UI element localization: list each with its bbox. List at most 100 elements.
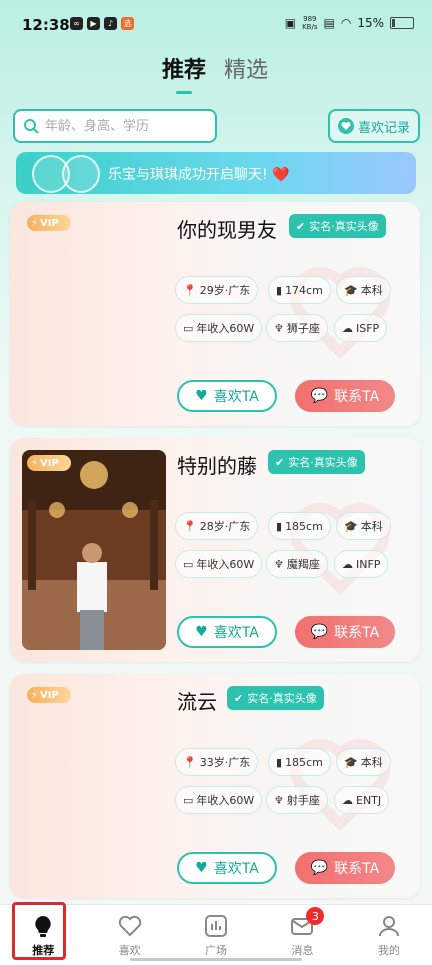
education-chip: 🎓 本科	[336, 276, 391, 304]
status-bar: 12:38 ∞ ▶ ♪ 选 ▣ 989 KB/s ▤ ◠ 15%	[0, 0, 432, 50]
profile-card[interactable]: ⚡ VIP 特别的藤 ✔ 实名·真实头像 📍 28岁·广东 ▮ 185cm 🎓 本科 ▭ 年…	[10, 438, 420, 662]
education-chip: 🎓 本科	[336, 512, 391, 540]
avatar	[62, 155, 100, 193]
money-icon: ▭	[183, 793, 194, 807]
profile-name: 流云	[177, 690, 217, 714]
like-button[interactable]: ♥ 喜欢TA	[177, 380, 277, 412]
income-chip: ▭ 年收入60W	[175, 550, 263, 578]
bulb-icon	[35, 916, 51, 937]
tiktok-notification-icon: ♪	[104, 17, 117, 30]
ruler-icon: ▮	[276, 755, 283, 769]
heart-icon: ♥	[195, 624, 208, 640]
shop-notification-icon: 选	[121, 17, 134, 30]
banner-text: 乐宝与琪琪成功开启聊天! ❤️	[108, 167, 290, 183]
likes-record-button[interactable]: 喜欢记录	[328, 109, 420, 143]
height-chip: ▮ 185cm	[268, 748, 331, 776]
like-button[interactable]: ♥ 喜欢TA	[177, 852, 277, 884]
heart-icon: ♥	[195, 860, 208, 876]
cloud-icon: ☁	[342, 557, 353, 571]
cap-icon: 🎓	[344, 283, 358, 297]
vip-badge: ⚡ VIP	[27, 455, 71, 471]
location-icon: 📍	[183, 519, 197, 533]
zodiac-icon: ♆	[274, 557, 284, 571]
tab-featured[interactable]: 精选	[224, 52, 268, 84]
wifi-icon: ◠	[340, 16, 352, 30]
income-chip: ▭ 年收入60W	[175, 314, 263, 342]
ruler-icon: ▮	[276, 283, 283, 297]
contact-button[interactable]: 💬 联系TA	[295, 852, 395, 884]
chart-icon	[205, 915, 228, 937]
profile-name: 特别的藤	[177, 454, 257, 478]
shield-check-icon: ✔	[296, 219, 306, 233]
person-icon	[378, 916, 399, 937]
mbti-chip: ☁ ENTJ	[334, 786, 390, 814]
bolt-icon: ⚡	[31, 217, 39, 229]
vibrate-icon: ▣	[284, 16, 297, 30]
net-speed: 989 KB/s	[302, 15, 318, 31]
height-chip: ▮ 185cm	[268, 512, 331, 540]
tab-recommend[interactable]: 推荐	[162, 52, 206, 94]
message-badge: 3	[306, 907, 325, 925]
shield-check-icon: ✔	[234, 691, 244, 705]
status-time: 12:38	[22, 16, 70, 34]
zodiac-icon: ♆	[274, 321, 284, 335]
battery-text: 15%	[357, 16, 384, 30]
home-indicator[interactable]	[130, 958, 302, 961]
age-region-chip: 📍 29岁·广东	[175, 276, 259, 304]
heart-icon	[337, 118, 354, 134]
bolt-icon: ⚡	[31, 689, 39, 701]
bottom-nav: 推荐 喜欢 广场 3 消息 我的	[0, 902, 432, 965]
shield-check-icon: ✔	[275, 455, 285, 469]
battery-icon	[390, 17, 414, 29]
match-banner[interactable]: 乐宝与琪琪成功开启聊天! ❤️	[16, 152, 416, 194]
zodiac-chip: ♆ 射手座	[266, 786, 328, 814]
profile-card[interactable]: ⚡ VIP 流云 ✔ 实名·真实头像 📍 33岁·广东 ▮ 185cm 🎓 本科 ▭ 年收入…	[10, 674, 420, 898]
top-tabs: 推荐 精选	[162, 52, 268, 94]
height-chip: ▮ 174cm	[268, 276, 331, 304]
heart-icon	[118, 915, 141, 937]
location-icon: 📍	[183, 755, 197, 769]
nav-mine[interactable]: 我的	[346, 905, 432, 965]
zodiac-chip: ♆ 狮子座	[266, 314, 328, 342]
profile-card[interactable]: ⚡ VIP 你的现男友 ✔ 实名·真实头像 📍 29岁·广东 ▮ 174cm 🎓 本科 ▭…	[10, 202, 420, 426]
cloud-icon: ☁	[342, 793, 353, 807]
wechat-icon: 💬	[310, 624, 329, 640]
zodiac-chip: ♆ 魔羯座	[266, 550, 328, 578]
age-region-chip: 📍 33岁·广东	[175, 748, 259, 776]
ruler-icon: ▮	[276, 519, 283, 533]
money-icon: ▭	[183, 557, 194, 571]
nav-square[interactable]: 广场	[173, 905, 259, 965]
mbti-chip: ☁ ISFP	[334, 314, 388, 342]
video-notification-icon: ▶	[87, 17, 100, 30]
verified-badge: ✔ 实名·真实头像	[227, 686, 324, 710]
like-button[interactable]: ♥ 喜欢TA	[177, 616, 277, 648]
age-region-chip: 📍 28岁·广东	[175, 512, 259, 540]
contact-button[interactable]: 💬 联系TA	[295, 616, 395, 648]
search-input[interactable]	[43, 117, 207, 135]
location-icon: 📍	[183, 283, 197, 297]
nav-messages[interactable]: 3 消息	[259, 905, 345, 965]
cap-icon: 🎓	[344, 519, 358, 533]
app-notification-icon: ∞	[70, 17, 83, 30]
wechat-icon: 💬	[310, 860, 329, 876]
verified-badge: ✔ 实名·真实头像	[289, 214, 386, 238]
cloud-icon: ☁	[342, 321, 353, 335]
profile-photo: ⚡ VIP	[22, 450, 166, 650]
sim-icon: ▤	[323, 16, 335, 30]
nav-recommend[interactable]: 推荐	[0, 902, 86, 965]
search-box[interactable]	[13, 109, 217, 143]
profile-name: 你的现男友	[177, 218, 277, 242]
vip-badge: ⚡ VIP	[27, 687, 71, 703]
contact-button[interactable]: 💬 联系TA	[295, 380, 395, 412]
profile-photo-image	[22, 450, 166, 650]
cap-icon: 🎓	[344, 755, 358, 769]
verified-badge: ✔ 实名·真实头像	[268, 450, 365, 474]
zodiac-icon: ♆	[274, 793, 284, 807]
income-chip: ▭ 年收入60W	[175, 786, 263, 814]
bolt-icon: ⚡	[31, 457, 39, 469]
nav-likes[interactable]: 喜欢	[86, 905, 172, 965]
education-chip: 🎓 本科	[336, 748, 391, 776]
search-icon	[24, 119, 39, 134]
mbti-chip: ☁ INFP	[334, 550, 389, 578]
vip-badge: ⚡ VIP	[27, 215, 71, 231]
